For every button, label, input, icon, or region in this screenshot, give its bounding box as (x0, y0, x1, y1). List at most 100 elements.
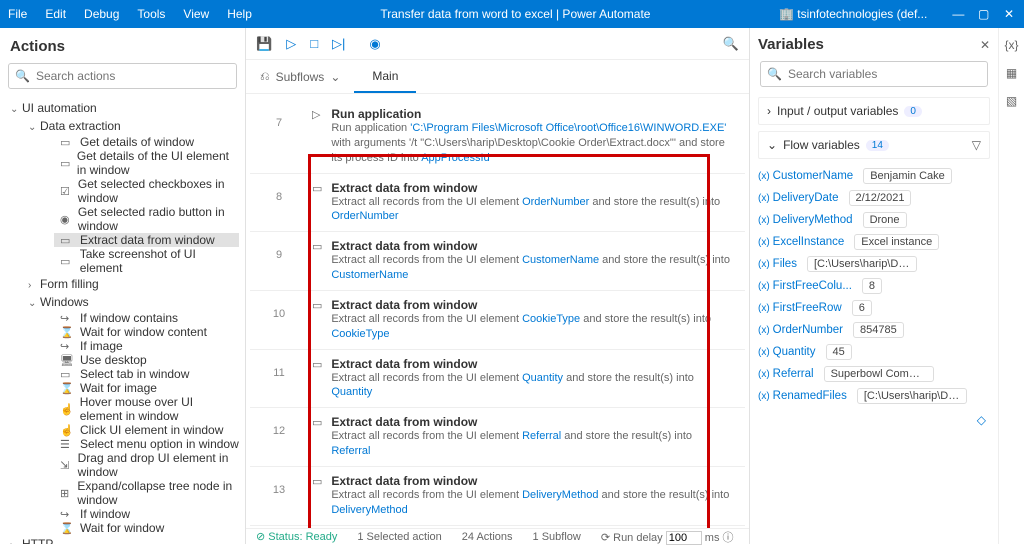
menu-help[interactable]: Help (227, 7, 252, 21)
tree-windows[interactable]: Windows (24, 293, 239, 311)
flow-step[interactable]: 8 ▭ Extract data from window Extract all… (250, 174, 745, 233)
menu-edit[interactable]: Edit (45, 7, 66, 21)
step-description: Extract all records from the UI element … (331, 195, 730, 225)
step-icon: ▭ (312, 475, 328, 488)
flow-step[interactable]: 7 ▷ Run application Run application 'C:\… (250, 100, 745, 174)
menu-file[interactable]: File (8, 7, 27, 21)
window-icon: ▭ (60, 136, 74, 149)
action-expand-tree[interactable]: ⊞Expand/collapse tree node in window (54, 479, 239, 507)
status-ready: ⊘ Status: Ready (256, 530, 337, 543)
action-select-tab[interactable]: ▭Select tab in window (54, 367, 239, 381)
action-if-window-contains[interactable]: ↪If window contains (54, 311, 239, 325)
search-actions[interactable]: 🔍 (8, 63, 237, 89)
search-flow-icon[interactable]: 🔍 (723, 36, 739, 52)
flow-variables-section[interactable]: ⌄ Flow variables 14 ▽ (758, 131, 990, 159)
variable-name: RenamedFiles (773, 390, 847, 402)
step-icon[interactable]: ▷| (332, 36, 345, 52)
tree-data-extraction[interactable]: Data extraction (24, 117, 239, 135)
actions-heading: Actions (10, 38, 239, 55)
action-get-details-element[interactable]: ▭Get details of the UI element in window (54, 149, 239, 177)
minimize-icon[interactable]: — (951, 7, 965, 21)
filter-icon[interactable]: ▽ (972, 138, 981, 152)
save-icon[interactable]: 💾 (256, 36, 272, 52)
step-description: Extract all records from the UI element … (331, 429, 730, 459)
flow-step[interactable]: 12 ▭ Extract data from window Extract al… (250, 408, 745, 467)
var-icon: (x) (758, 369, 770, 380)
variable-item[interactable]: (x) DeliveryDate2/12/2021 (758, 187, 990, 209)
account-label[interactable]: 🏢 tsinfotechnologies (def... (779, 7, 927, 21)
action-hover-element[interactable]: ☝Hover mouse over UI element in window (54, 395, 239, 423)
tree-http[interactable]: HTTP (6, 535, 239, 544)
variable-item[interactable]: (x) ExcelInstanceExcel instance (758, 231, 990, 253)
action-get-radio[interactable]: ◉Get selected radio button in window (54, 205, 239, 233)
close-variables-icon[interactable]: ✕ (980, 38, 990, 52)
menu-tools[interactable]: Tools (137, 7, 165, 21)
record-icon[interactable]: ◉ (369, 36, 380, 52)
action-wait-image[interactable]: ⌛Wait for image (54, 381, 239, 395)
layers-icon[interactable]: ▦ (1006, 66, 1017, 80)
chevron-down-icon: ⌄ (767, 138, 777, 152)
status-bar: ⊘ Status: Ready 1 Selected action 24 Act… (246, 528, 749, 544)
io-variables-section[interactable]: › Input / output variables 0 (758, 97, 990, 125)
step-title: Extract data from window (331, 298, 730, 312)
action-extract-data-window[interactable]: ▭Extract data from window (54, 233, 239, 247)
variable-value: Superbowl Comm... (824, 366, 934, 382)
tree-form-filling[interactable]: Form filling (24, 275, 239, 293)
search-variables[interactable]: 🔍 (760, 61, 988, 87)
erase-icon[interactable]: ◇ (758, 407, 990, 433)
step-number: 7 (250, 105, 308, 129)
var-icon: (x) (758, 215, 770, 226)
var-icon: (x) (758, 193, 770, 204)
variable-item[interactable]: (x) CustomerNameBenjamin Cake (758, 165, 990, 187)
step-description: Extract all records from the UI element … (331, 312, 730, 342)
stop-icon[interactable]: □ (310, 36, 318, 51)
flow-body[interactable]: 7 ▷ Run application Run application 'C:\… (246, 94, 749, 528)
run-icon[interactable]: ▷ (286, 36, 296, 52)
variable-item[interactable]: (x) FirstFreeColu...8 (758, 275, 990, 297)
action-wait-window-content[interactable]: ⌛Wait for window content (54, 325, 239, 339)
var-icon: (x) (758, 237, 770, 248)
variable-item[interactable]: (x) Quantity45 (758, 341, 990, 363)
variable-item[interactable]: (x) OrderNumber854785 (758, 319, 990, 341)
window-icon: ▭ (60, 157, 71, 170)
maximize-icon[interactable]: ▢ (977, 7, 991, 21)
action-select-menu[interactable]: ☰Select menu option in window (54, 437, 239, 451)
run-delay-input[interactable] (666, 531, 702, 545)
action-wait-window[interactable]: ⌛Wait for window (54, 521, 239, 535)
search-icon: 🔍 (15, 69, 30, 83)
flow-step[interactable]: 10 ▭ Extract data from window Extract al… (250, 291, 745, 350)
action-screenshot[interactable]: ▭Take screenshot of UI element (54, 247, 239, 275)
flow-step[interactable]: 9 ▭ Extract data from window Extract all… (250, 232, 745, 291)
variable-item[interactable]: (x) Files[C:\Users\harip\De... (758, 253, 990, 275)
action-if-window[interactable]: ↪If window (54, 507, 239, 521)
var-x-icon[interactable]: {x} (1004, 38, 1018, 52)
variable-item[interactable]: (x) ReferralSuperbowl Comm... (758, 363, 990, 385)
action-use-desktop[interactable]: 🖥Use desktop (54, 353, 239, 367)
flow-step[interactable]: 11 ▭ Extract data from window Extract al… (250, 350, 745, 409)
tree-ui-automation[interactable]: UI automation (6, 99, 239, 117)
subflows-icon: ⎌ (260, 69, 270, 84)
action-if-image[interactable]: ↪If image (54, 339, 239, 353)
search-variables-input[interactable] (786, 65, 981, 83)
menu-view[interactable]: View (183, 7, 209, 21)
menu-debug[interactable]: Debug (84, 7, 119, 21)
variable-item[interactable]: (x) DeliveryMethodDrone (758, 209, 990, 231)
chevron-down-icon: ⌄ (330, 70, 340, 84)
flow-step[interactable]: 13 ▭ Extract data from window Extract al… (250, 467, 745, 526)
window-icon: ▭ (60, 234, 74, 247)
chevron-right-icon: › (767, 104, 771, 118)
subflows-dropdown[interactable]: ⎌Subflows ⌄ (246, 69, 354, 84)
drag-icon: ⇲ (60, 459, 72, 472)
action-get-details-window[interactable]: ▭Get details of window (54, 135, 239, 149)
variable-item[interactable]: (x) FirstFreeRow6 (758, 297, 990, 319)
action-drag-drop[interactable]: ⇲Drag and drop UI element in window (54, 451, 239, 479)
action-click-element[interactable]: ☝Click UI element in window (54, 423, 239, 437)
action-get-checkboxes[interactable]: ☑Get selected checkboxes in window (54, 177, 239, 205)
flow-step[interactable]: 14 ▭ Extract data from window Extract al… (250, 526, 745, 528)
variable-item[interactable]: (x) RenamedFiles[C:\Users\harip\De... (758, 385, 990, 407)
images-icon[interactable]: ▧ (1006, 94, 1017, 108)
search-actions-input[interactable] (34, 67, 230, 85)
actions-tree: UI automation Data extraction ▭Get detai… (6, 99, 239, 544)
tab-main[interactable]: Main (354, 61, 416, 93)
close-icon[interactable]: ✕ (1002, 7, 1016, 21)
